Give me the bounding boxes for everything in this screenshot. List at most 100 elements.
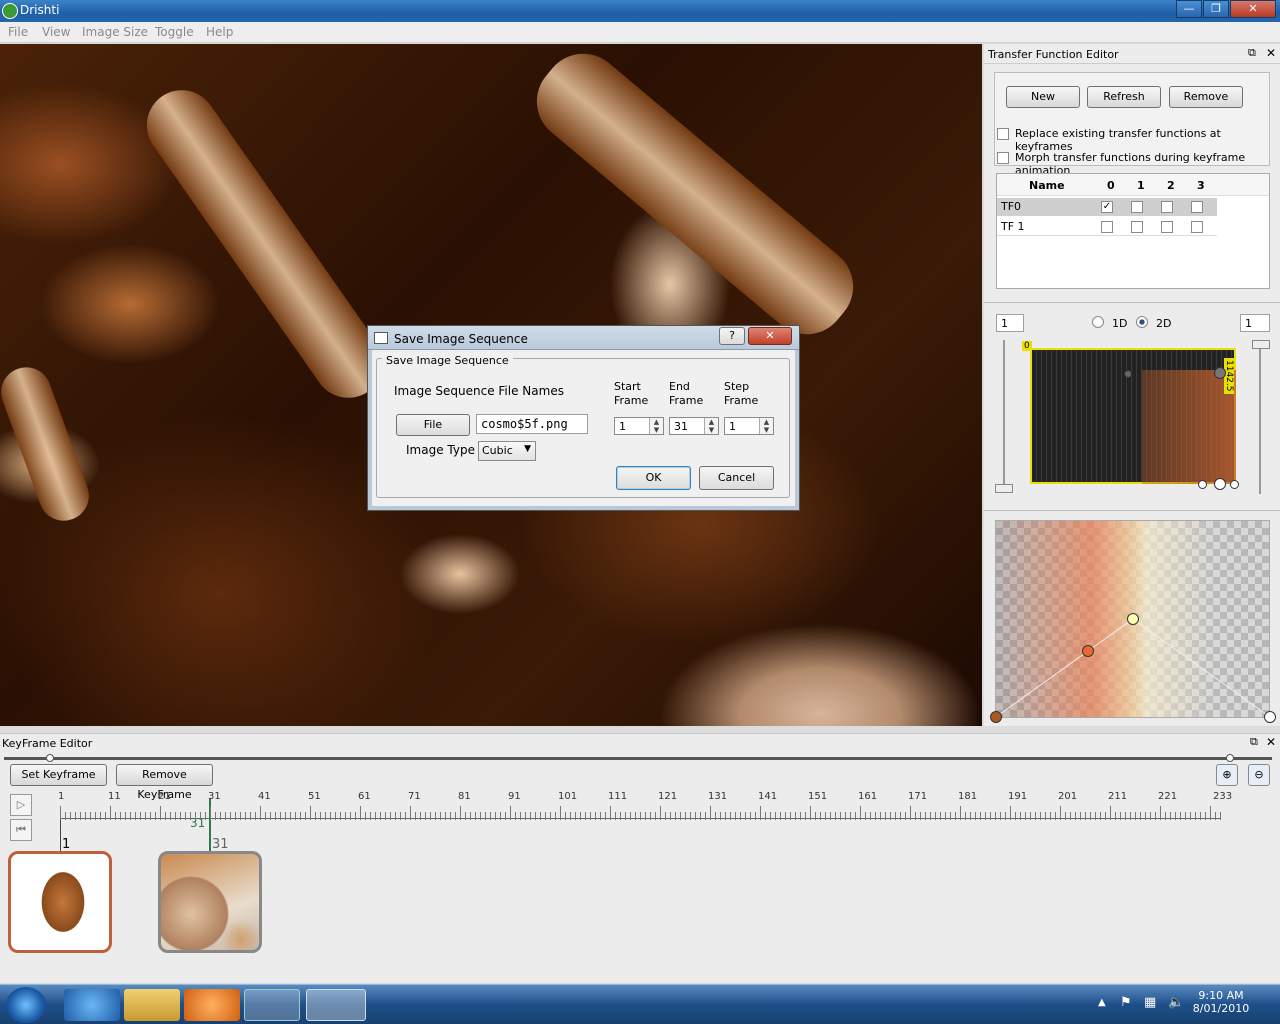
tf-left-value-input[interactable]: 1	[996, 314, 1024, 332]
menu-image-size[interactable]: Image Size	[82, 25, 148, 39]
dialog-titlebar: Save Image Sequence ? ✕	[368, 326, 799, 350]
tf-checkbox[interactable]	[1131, 221, 1143, 233]
maximize-button[interactable]: ❐	[1203, 0, 1229, 18]
folder-icon[interactable]	[124, 989, 180, 1021]
table-row[interactable]: TF 1	[997, 218, 1217, 236]
window-icon	[374, 332, 388, 344]
ruler-tick	[680, 812, 681, 820]
help-button[interactable]: ?	[719, 327, 745, 345]
float-icon[interactable]: ⧉	[1250, 735, 1258, 749]
tf-node[interactable]	[990, 711, 1002, 723]
cancel-button[interactable]: Cancel	[699, 466, 774, 490]
menu-help[interactable]: Help	[206, 25, 233, 39]
volume-icon[interactable]: 🔈	[1168, 995, 1184, 1010]
ruler-label: 11	[108, 791, 121, 802]
ruler-tick	[405, 812, 406, 820]
browser-icon[interactable]	[64, 989, 120, 1021]
show-hidden-icons-icon[interactable]: ▲	[1098, 997, 1106, 1008]
timeline-scroll-handle[interactable]	[46, 754, 54, 762]
media-player-icon[interactable]	[184, 989, 240, 1021]
tf-1d-curve[interactable]	[990, 520, 1276, 723]
ruler-tick	[140, 812, 141, 820]
tf-node[interactable]	[1230, 480, 1239, 489]
app-task-icon[interactable]	[244, 989, 300, 1021]
ruler-tick	[1090, 812, 1091, 820]
tf-node[interactable]	[1198, 480, 1207, 489]
tf-checkbox[interactable]	[1161, 201, 1173, 213]
left-slider-handle[interactable]	[995, 484, 1013, 493]
radio-1d[interactable]	[1092, 316, 1104, 328]
tf-2d-histogram[interactable]: 0 1142.5	[1022, 341, 1239, 490]
ruler-label: 233	[1213, 791, 1233, 802]
ruler-tick	[365, 812, 366, 820]
tf-checkbox[interactable]: ✓	[1101, 201, 1113, 213]
remove-keyframe-button[interactable]: Remove KeyFrame	[116, 764, 213, 801]
spin-arrows-icon[interactable]: ▲ ▼	[759, 418, 773, 434]
play-icon[interactable]: ▷	[10, 794, 32, 816]
tf-checkbox[interactable]	[1191, 221, 1203, 233]
image-type-select[interactable]: Cubic ▼	[478, 441, 536, 461]
close-icon[interactable]: ✕	[1266, 735, 1276, 749]
menu-view[interactable]: View	[42, 25, 70, 39]
network-icon[interactable]: ▦	[1144, 995, 1156, 1010]
start-button[interactable]	[6, 987, 46, 1023]
radio-2d[interactable]	[1136, 316, 1148, 328]
end-frame-spinbox[interactable]: 31 ▲ ▼	[669, 417, 719, 435]
spin-arrows-icon[interactable]: ▲ ▼	[649, 418, 663, 434]
ruler-tick	[1110, 806, 1111, 820]
right-slider-handle[interactable]	[1252, 340, 1270, 349]
left-slider-track	[1003, 340, 1005, 490]
zoom-in-icon[interactable]: ⊕	[1216, 764, 1238, 786]
file-button[interactable]: File	[396, 414, 470, 436]
tf-node[interactable]	[1264, 711, 1276, 723]
menu-file[interactable]: File	[8, 25, 28, 39]
start-frame-spinbox[interactable]: 1 ▲ ▼	[614, 417, 664, 435]
tf-checkbox[interactable]	[1191, 201, 1203, 213]
table-row[interactable]: TF0 ✓	[997, 198, 1217, 216]
tf-checkbox[interactable]	[1101, 221, 1113, 233]
ruler-tick	[840, 812, 841, 820]
ruler-tick	[1190, 812, 1191, 820]
zoom-out-icon[interactable]: ⊖	[1248, 764, 1270, 786]
step-frame-spinbox[interactable]: 1 ▲ ▼	[724, 417, 774, 435]
keyframe-thumbnail[interactable]	[158, 851, 262, 953]
ruler-tick	[185, 812, 186, 820]
graph-top-right-label: 1142.5	[1224, 358, 1234, 394]
ruler-tick	[135, 812, 136, 820]
clock[interactable]: 9:10 AM 8/01/2010	[1186, 989, 1256, 1015]
close-button[interactable]: ✕	[1230, 0, 1276, 18]
clock-time: 9:10 AM	[1198, 989, 1244, 1002]
menu-toggle[interactable]: Toggle	[155, 25, 194, 39]
float-icon[interactable]: ⧉	[1248, 46, 1256, 60]
ruler-tick	[1140, 812, 1141, 820]
tf-node[interactable]	[1082, 645, 1094, 657]
column-header-1: 1	[1137, 179, 1145, 192]
ok-button[interactable]: OK	[616, 466, 691, 490]
tf-checkbox[interactable]	[1161, 221, 1173, 233]
rewind-icon[interactable]: ⏮	[10, 819, 32, 841]
file-name-input[interactable]: cosmo$5f.png	[476, 414, 588, 434]
tf-node[interactable]	[1214, 478, 1226, 490]
morph-checkbox[interactable]	[997, 152, 1009, 164]
tf-right-value-input[interactable]: 1	[1240, 314, 1270, 332]
ruler-tick	[600, 812, 601, 820]
tf-checkbox[interactable]	[1131, 201, 1143, 213]
keyframe-thumbnail[interactable]	[8, 851, 112, 953]
ruler-tick	[880, 812, 881, 820]
minimize-button[interactable]: —	[1176, 0, 1202, 18]
tf-node[interactable]	[1214, 367, 1226, 379]
timeline-scroll-handle[interactable]	[1226, 754, 1234, 762]
remove-button[interactable]: Remove	[1169, 86, 1243, 108]
spin-arrows-icon[interactable]: ▲ ▼	[704, 418, 718, 434]
tf-node[interactable]	[1124, 370, 1132, 378]
timeline-scroll-track[interactable]	[4, 757, 1272, 760]
set-keyframe-button[interactable]: Set Keyframe	[10, 764, 107, 786]
close-icon[interactable]: ✕	[1266, 46, 1276, 60]
dialog-close-button[interactable]: ✕	[748, 327, 792, 345]
refresh-button[interactable]: Refresh	[1087, 86, 1161, 108]
new-button[interactable]: New	[1006, 86, 1080, 108]
app-task-icon[interactable]	[306, 989, 366, 1021]
replace-checkbox[interactable]	[997, 128, 1009, 140]
flag-icon[interactable]: ⚑	[1120, 995, 1132, 1010]
tf-node[interactable]	[1127, 613, 1139, 625]
